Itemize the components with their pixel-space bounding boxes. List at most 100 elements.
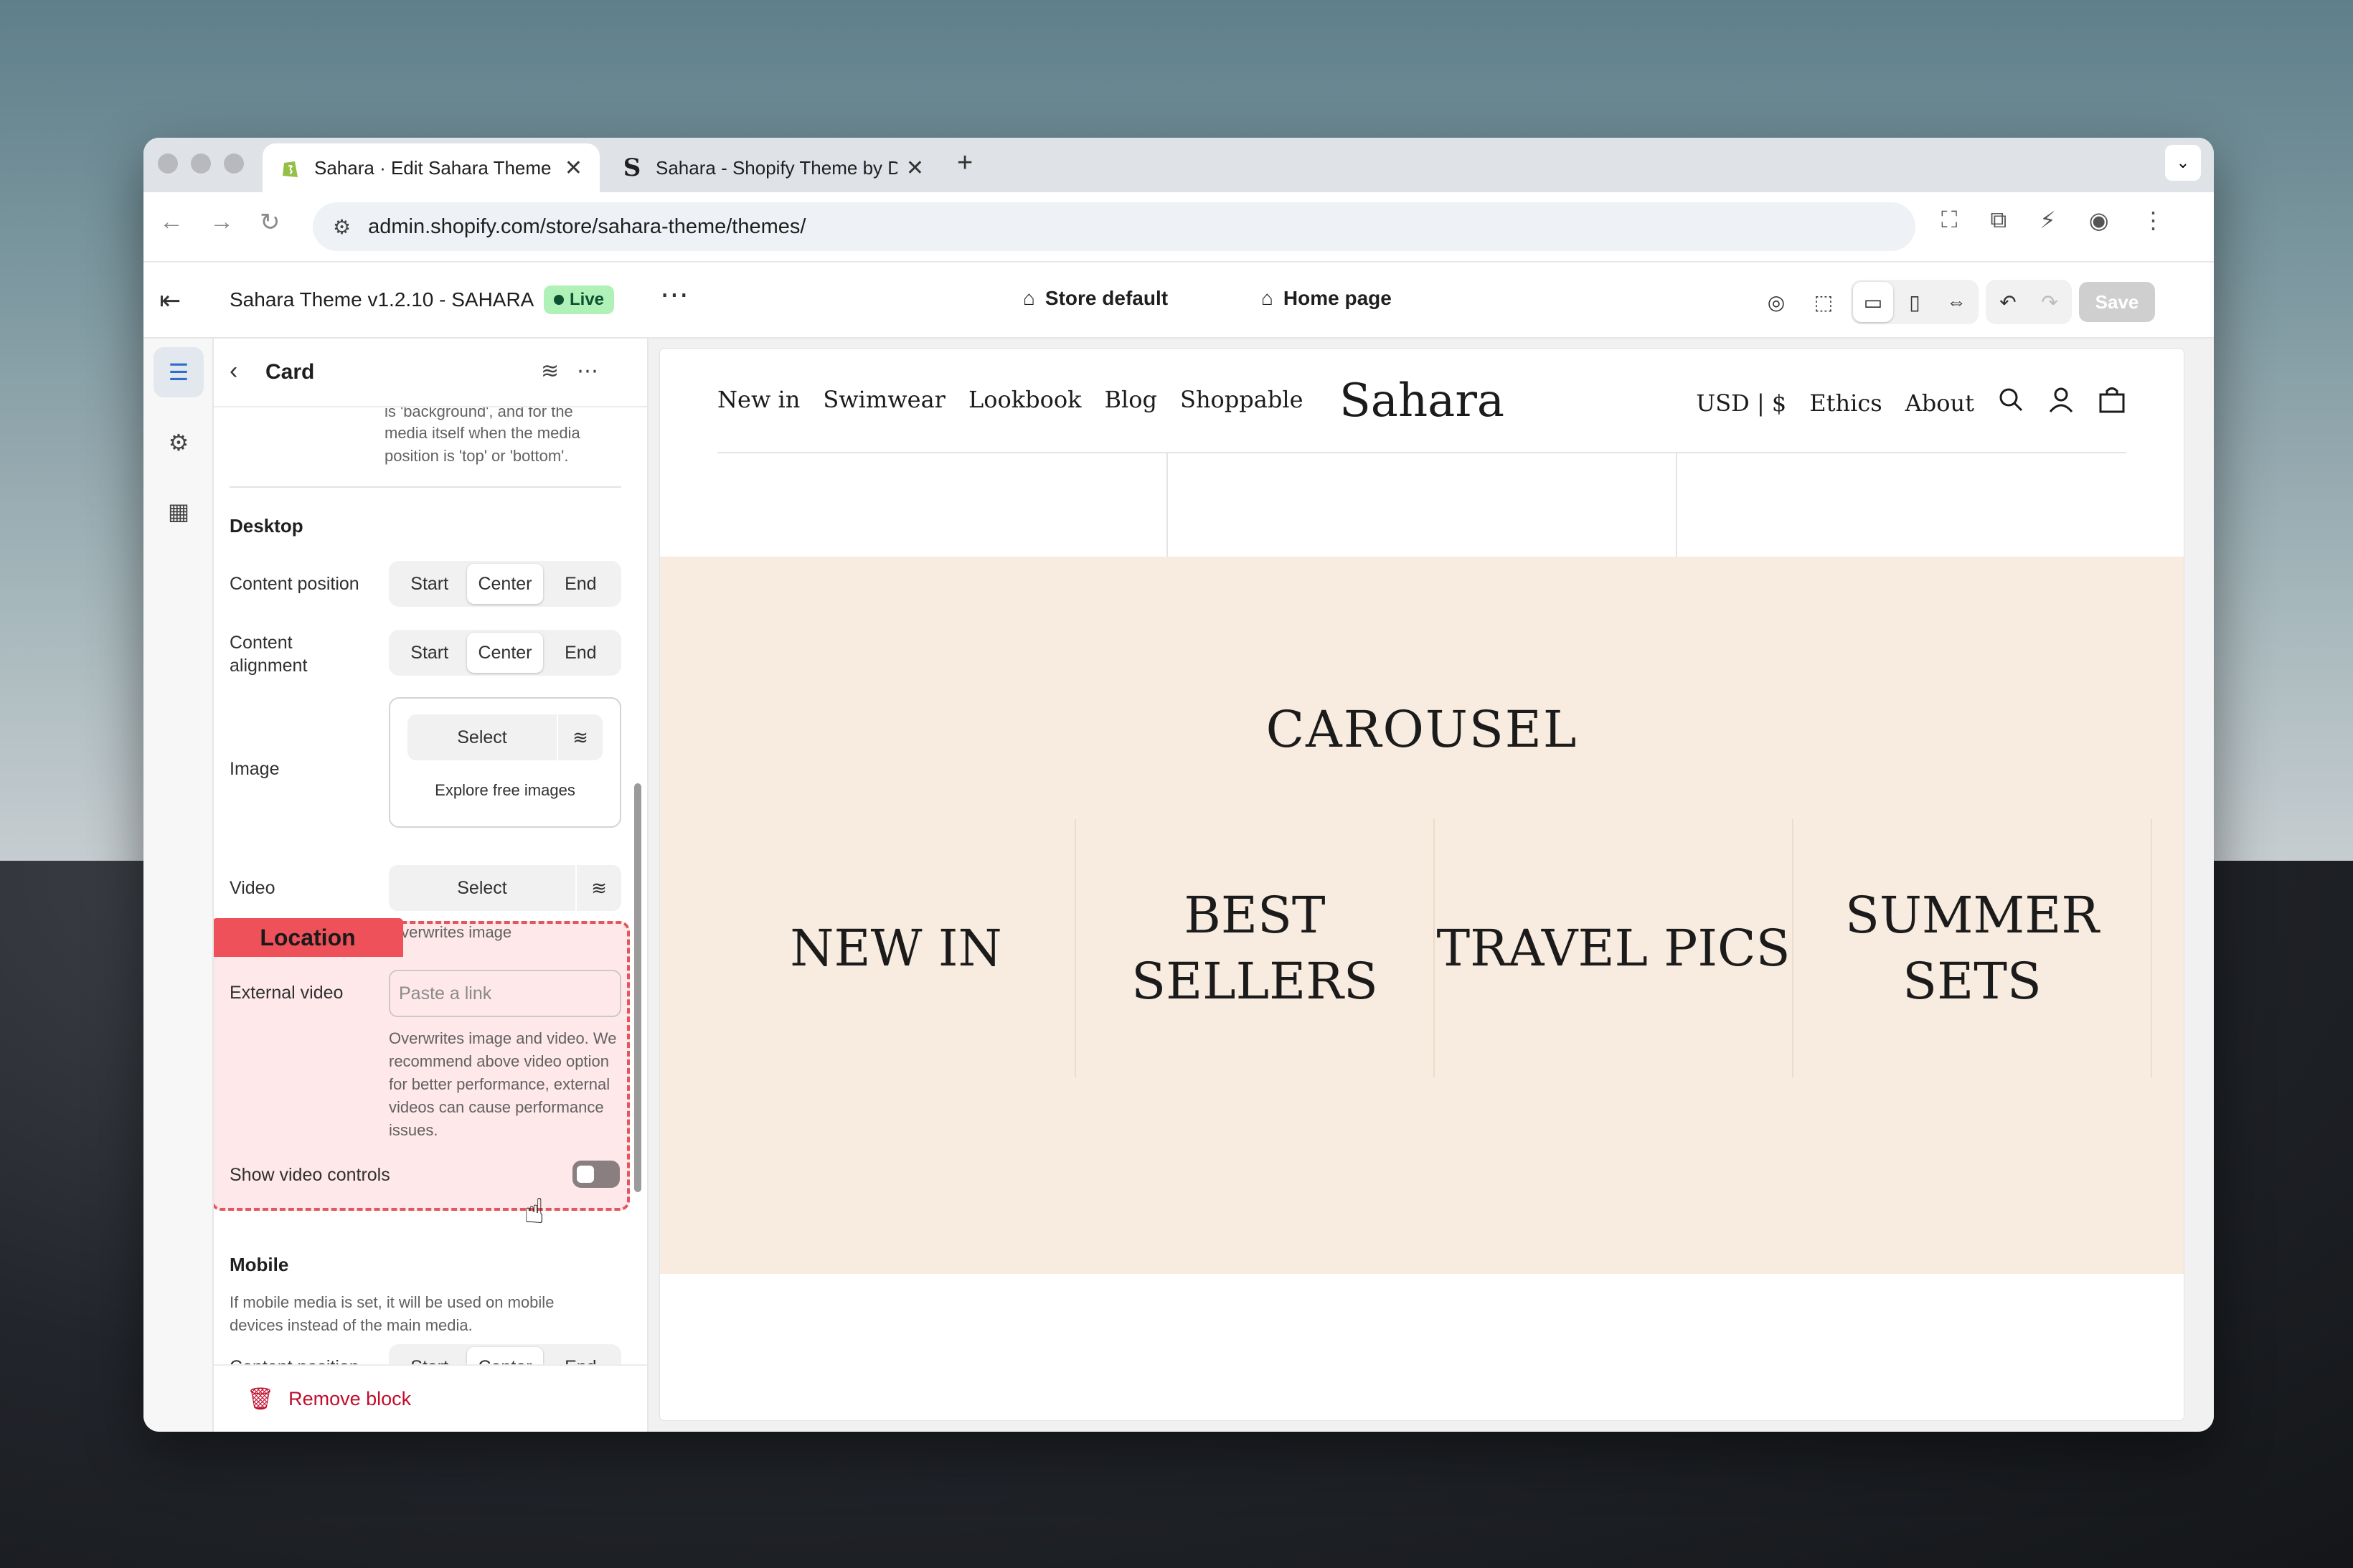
nav-link-shoppable[interactable]: Shoppable xyxy=(1180,386,1303,413)
search-icon[interactable] xyxy=(1997,386,2024,420)
browser-window: Sahara · Edit Sahara Theme v ✕ S Sahara … xyxy=(143,138,2214,1432)
location-highlight-region: Overwrites image Location External video… xyxy=(214,918,630,1215)
gear-icon[interactable]: ⚙ xyxy=(154,417,204,468)
external-video-label: External video xyxy=(230,983,344,1003)
explore-free-images-link[interactable]: Explore free images xyxy=(390,779,620,802)
chevron-down-icon[interactable]: ⌄ xyxy=(2165,145,2201,181)
browser-actions: ⛶ ⧉ ⚡ ◉ ⋮ xyxy=(1941,207,2165,234)
more-menu-icon[interactable]: ⋮ xyxy=(2142,207,2165,234)
settings-panel: ‹ Card ≋ ⋯ is 'background', and for the … xyxy=(214,339,649,1432)
video-select-button[interactable]: Select xyxy=(389,865,575,911)
back-arrow-icon[interactable]: ← xyxy=(159,208,184,236)
window-controls xyxy=(158,154,244,174)
content-position-start[interactable]: Start xyxy=(392,564,467,604)
currency-selector[interactable]: USD | $ xyxy=(1696,389,1786,417)
reload-icon[interactable]: ↻ xyxy=(260,208,280,237)
content-position-center[interactable]: Center xyxy=(467,564,543,604)
content-alignment-center[interactable]: Center xyxy=(467,633,543,673)
content-position-end[interactable]: End xyxy=(543,564,618,604)
mobile-content-position-start[interactable]: Start xyxy=(392,1347,467,1365)
history-controls: ↶ ↷ xyxy=(1986,280,2072,324)
nav-link-new-in[interactable]: New in xyxy=(717,386,800,413)
data-source-icon[interactable]: ≋ xyxy=(541,359,559,384)
desktop-view-icon[interactable]: ▭ xyxy=(1853,282,1893,322)
external-video-input[interactable]: Paste a link xyxy=(389,970,621,1017)
redo-icon[interactable]: ↷ xyxy=(2029,282,2070,322)
close-tab-icon[interactable]: ✕ xyxy=(565,156,583,181)
carousel-card[interactable]: SUMMER SETS xyxy=(1793,819,2152,1077)
maximize-window-button[interactable] xyxy=(224,154,244,174)
nav-link-about[interactable]: About xyxy=(1905,389,1974,417)
content-alignment-control: Start Center End xyxy=(389,630,621,676)
divider xyxy=(230,486,621,488)
nav-link-blog[interactable]: Blog xyxy=(1105,386,1158,413)
account-icon[interactable] xyxy=(2047,386,2075,420)
external-video-help: Overwrites image and video. We recommend… xyxy=(389,1029,617,1139)
nav-link-ethics[interactable]: Ethics xyxy=(1809,389,1882,417)
select-element-icon[interactable]: ⬚ xyxy=(1803,282,1844,322)
inspector-icon[interactable]: ◎ xyxy=(1756,282,1796,322)
minimize-window-button[interactable] xyxy=(191,154,211,174)
page-selector[interactable]: ⌂ Home page xyxy=(1261,287,1392,310)
mobile-heading: Mobile xyxy=(230,1254,289,1275)
home-icon: ⌂ xyxy=(1261,287,1273,309)
browser-toolbar: ← → ↻ ⚙ admin.shopify.com/store/sahara-t… xyxy=(143,192,2214,263)
content-alignment-end[interactable]: End xyxy=(543,633,618,673)
shopping-bag-icon[interactable] xyxy=(2098,386,2126,420)
forward-arrow-icon[interactable]: → xyxy=(209,208,234,236)
storefront-preview: New in Swimwear Lookbook Blog Shoppable … xyxy=(660,349,2184,1420)
panel-footer: 🗑 Remove block xyxy=(214,1364,647,1432)
content-position-label: Content position xyxy=(230,574,359,594)
close-tab-icon[interactable]: ✕ xyxy=(906,156,924,181)
carousel-card[interactable]: TRAVEL PICS xyxy=(1435,819,1793,1077)
mobile-view-icon[interactable]: ▯ xyxy=(1895,282,1935,322)
store-header: New in Swimwear Lookbook Blog Shoppable … xyxy=(717,349,2126,453)
panel-title: Card xyxy=(265,360,315,384)
profile-icon[interactable]: ◉ xyxy=(2089,207,2109,234)
tab-sahara-theme[interactable]: S Sahara - Shopify Theme by D ✕ xyxy=(604,143,941,192)
sections-icon[interactable]: ☰ xyxy=(154,347,204,397)
remove-block-button[interactable]: Remove block xyxy=(288,1388,411,1410)
hand-pointer-cursor-icon: ☝ xyxy=(524,1193,545,1231)
panel-header: ‹ Card ≋ ⋯ xyxy=(214,339,647,407)
tab-shopify-editor[interactable]: Sahara · Edit Sahara Theme v ✕ xyxy=(263,143,600,192)
close-window-button[interactable] xyxy=(158,154,178,174)
carousel-card[interactable]: BEST SELLERS xyxy=(1076,819,1435,1077)
undo-icon[interactable]: ↶ xyxy=(1988,282,2028,322)
carousel-card[interactable]: NEW IN xyxy=(717,819,1076,1077)
image-select-button[interactable]: Select xyxy=(407,714,557,760)
apps-icon[interactable]: ▦ xyxy=(154,486,204,537)
image-label: Image xyxy=(230,759,280,779)
grid-divider xyxy=(1676,453,1677,557)
back-chevron-icon[interactable]: ‹ xyxy=(230,357,237,385)
theme-name: Sahara Theme v1.2.10 - SAHARA xyxy=(230,288,534,311)
database-icon[interactable]: ≋ xyxy=(557,714,603,760)
site-settings-icon[interactable]: ⚙ xyxy=(333,215,351,239)
shopify-icon xyxy=(280,157,301,179)
show-video-controls-toggle[interactable] xyxy=(572,1161,620,1188)
new-tab-icon[interactable]: + xyxy=(957,148,973,179)
content-position-control: Start Center End xyxy=(389,561,621,607)
nav-link-swimwear[interactable]: Swimwear xyxy=(823,386,946,413)
more-options-icon[interactable]: ⋯ xyxy=(577,359,598,384)
mobile-content-position-center[interactable]: Center xyxy=(467,1347,543,1364)
mobile-content-position-end[interactable]: End xyxy=(543,1347,618,1365)
desktop-heading: Desktop xyxy=(230,515,303,537)
more-options-icon[interactable]: ⋯ xyxy=(660,278,689,311)
content-alignment-start[interactable]: Start xyxy=(392,633,467,673)
database-icon[interactable]: ≋ xyxy=(575,865,621,911)
save-button[interactable]: Save xyxy=(2079,282,2155,322)
trash-icon: 🗑 xyxy=(247,1387,275,1411)
address-bar[interactable]: ⚙ admin.shopify.com/store/sahara-theme/t… xyxy=(313,202,1915,251)
context-selector[interactable]: ⌂ Store default xyxy=(1023,287,1168,310)
screenshot-icon[interactable]: ⛶ xyxy=(1941,207,1957,234)
performance-icon[interactable]: ⚡ xyxy=(2040,207,2055,234)
store-icon: ⌂ xyxy=(1023,287,1035,309)
exit-icon[interactable]: ⇤ xyxy=(159,285,181,316)
extensions-icon[interactable]: ⧉ xyxy=(1990,207,2007,234)
content-alignment-label: Content alignment xyxy=(230,633,308,676)
fullwidth-view-icon[interactable]: ⇔ xyxy=(1936,282,1976,322)
panel-scrollbar[interactable] xyxy=(634,783,641,1192)
store-logo[interactable]: Sahara xyxy=(1339,374,1504,428)
nav-link-lookbook[interactable]: Lookbook xyxy=(968,386,1082,413)
